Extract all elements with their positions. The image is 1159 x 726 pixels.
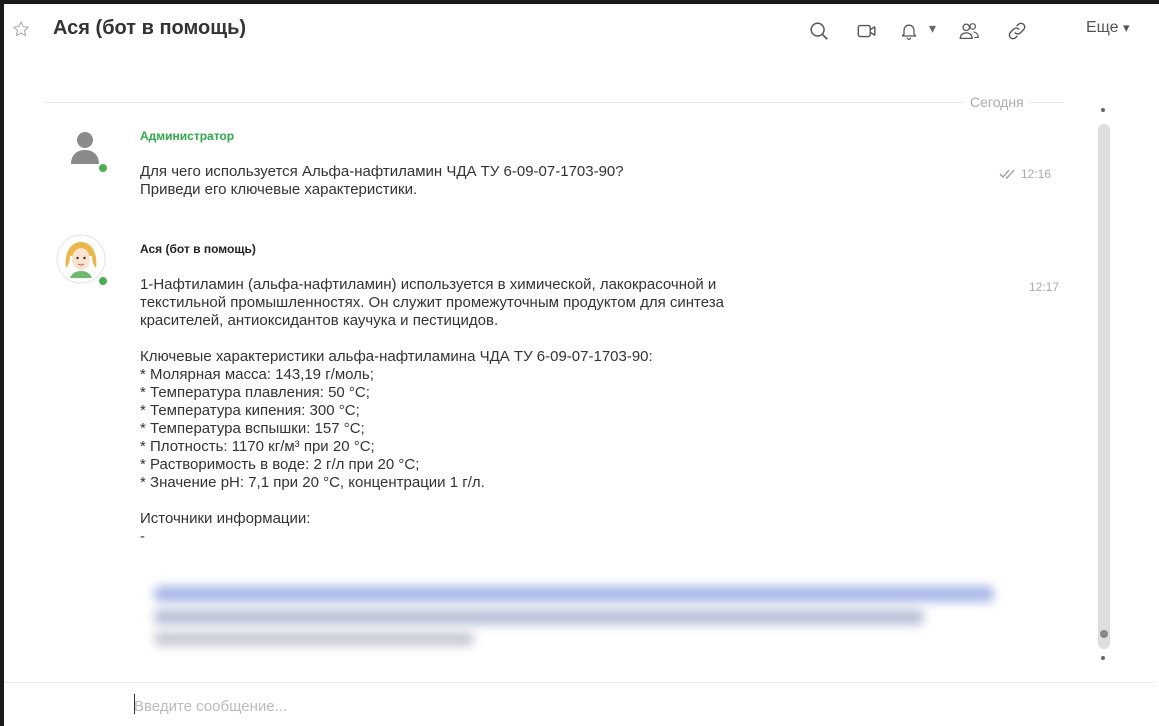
scrollbar-thumb[interactable] xyxy=(1098,124,1110,649)
message-time: 12:17 xyxy=(1029,280,1060,294)
online-status-indicator xyxy=(98,163,108,173)
video-call-icon[interactable] xyxy=(854,18,880,44)
more-menu-label: Еще xyxy=(1086,19,1119,36)
message-list[interactable]: Сегодня Администратор Для чего используе… xyxy=(4,54,1155,682)
chat-title: Ася (бот в помощь) xyxy=(53,17,247,39)
more-dropdown-icon: ▾ xyxy=(1123,20,1130,35)
message-author[interactable]: Администратор xyxy=(140,129,234,143)
notifications-dropdown-icon[interactable]: ▾ xyxy=(929,20,936,37)
online-status-indicator xyxy=(98,276,108,286)
participants-icon[interactable] xyxy=(956,18,982,44)
date-separator-line xyxy=(44,102,1064,103)
message-text: Для чего используется Альфа-нафтиламин Ч… xyxy=(140,163,624,198)
message-text: 1-Нафтиламин (альфа-нафтиламин) использу… xyxy=(140,276,724,545)
scroll-up-arrow[interactable] xyxy=(1101,108,1105,112)
message-input[interactable] xyxy=(132,693,1036,719)
scroll-down-arrow[interactable] xyxy=(1101,656,1105,660)
blurred-source-link[interactable] xyxy=(154,586,994,602)
notifications-bell-icon[interactable] xyxy=(896,18,922,44)
search-icon[interactable] xyxy=(806,18,832,44)
date-separator-label: Сегодня xyxy=(964,94,1030,110)
more-menu-button[interactable]: Еще ▾ xyxy=(1086,19,1130,37)
input-separator xyxy=(4,682,1155,683)
admin-avatar[interactable] xyxy=(64,126,106,168)
blurred-source-link[interactable] xyxy=(154,609,924,625)
read-checkmarks-icon xyxy=(999,167,1017,185)
link-icon[interactable] xyxy=(1004,18,1030,44)
blurred-source-link[interactable] xyxy=(154,632,474,646)
chat-header: Ася (бот в помощь) ▾ Еще ▾ xyxy=(4,4,1155,54)
message-time: 12:16 xyxy=(1021,167,1052,181)
scroll-position-indicator xyxy=(1100,630,1108,638)
favorite-star-icon[interactable] xyxy=(12,20,30,43)
message-author[interactable]: Ася (бот в помощь) xyxy=(140,242,256,256)
